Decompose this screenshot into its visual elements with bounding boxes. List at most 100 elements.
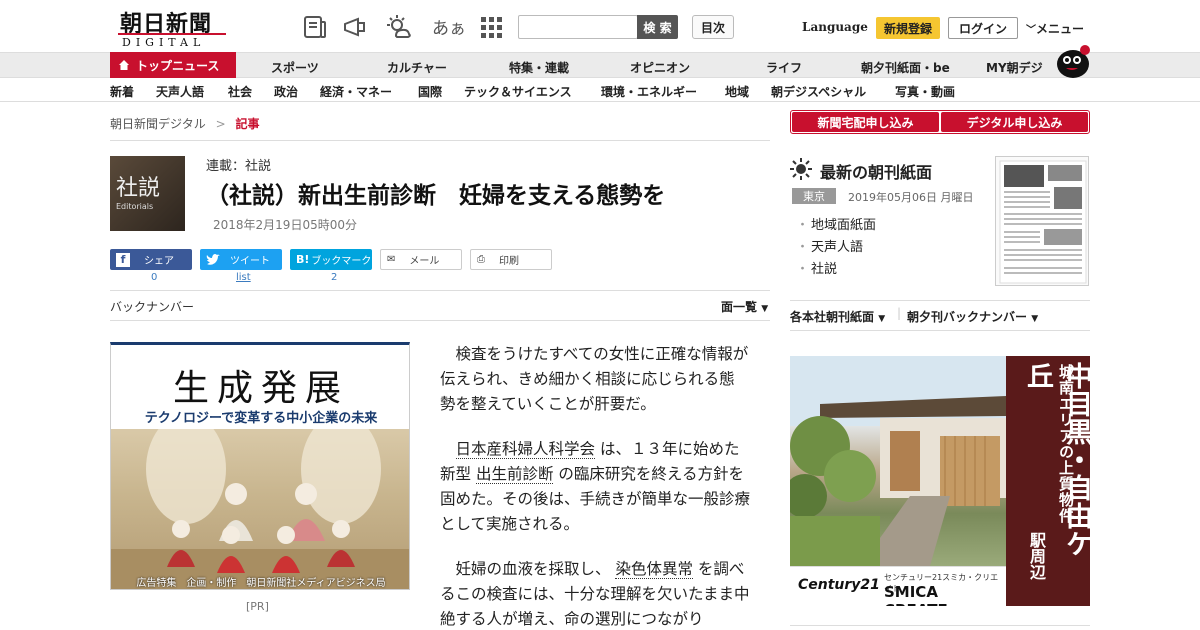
nav-item[interactable]: カルチャー [387, 59, 447, 76]
article-title: （社説）新出生前診断 妊婦を支える態勢を [206, 183, 666, 209]
language-link[interactable]: Language [802, 20, 868, 34]
mail-button[interactable]: ✉ メール [380, 249, 462, 270]
term-link[interactable]: 出生前診断 [475, 465, 554, 484]
facebook-icon: f [116, 252, 130, 267]
caret-down-icon: ▼ [1031, 314, 1039, 324]
facebook-share-button[interactable]: f シェア [110, 249, 192, 270]
nav-item[interactable]: 特集・連載 [509, 59, 569, 76]
top-news-label: トップニュース [136, 58, 220, 73]
term-link[interactable]: 染色体異常 [615, 560, 693, 579]
twitter-label: ツイート [230, 256, 270, 267]
chevron-down-icon: ﹀ [1026, 25, 1036, 36]
twitter-share-button[interactable]: ツイート [200, 249, 282, 270]
paragraph-text: 検査をうけたすべての女性に正確な情報が伝えられ、きめ細かく相談に応じられる態勢を… [440, 345, 749, 413]
nav-item[interactable]: オピニオン [630, 59, 690, 76]
advertisement[interactable]: 生成発展 テクノロジーで変革する中小企業の未来 広告特集 企画・制作 朝日新聞社… [110, 342, 410, 590]
article-date: 2018年2月19日05時00分 [213, 218, 357, 232]
nav-item[interactable]: 経済・マネー [320, 83, 392, 100]
editorial-badge: 社説 Editorials [110, 156, 185, 231]
print-icon: ⎙ [477, 254, 485, 265]
ad-brand-bar: Century21 センチュリー21スミカ・クリエイト SMICA CREATE [790, 566, 1006, 606]
latest-paper-title[interactable]: 最新の朝刊紙面 [820, 159, 932, 183]
print-button[interactable]: ⎙ 印刷 [470, 249, 552, 270]
mail-icon: ✉ [387, 254, 396, 265]
nav-item[interactable]: 環境・エネルギー [601, 83, 697, 100]
badge-english: Editorials [116, 202, 154, 211]
ad-vertical-end: 駅周辺 [1027, 532, 1046, 580]
register-button[interactable]: 新規登録 [876, 17, 940, 39]
pr-label: [PR] [246, 600, 269, 613]
paragraph-text: 妊婦の血液を採取し、 [455, 560, 611, 578]
nav-top-news[interactable]: トップニュース [110, 52, 236, 78]
nav-item[interactable]: 新着 [110, 83, 134, 100]
breadcrumb-home[interactable]: 朝日新聞デジタル [110, 117, 206, 131]
delivery-subscribe-button[interactable]: 新聞宅配申し込み [792, 112, 939, 132]
mail-label: メール [409, 256, 440, 267]
term-link[interactable]: 日本産科婦人科学会 [455, 440, 596, 459]
breadcrumb-current: 記事 [235, 117, 260, 131]
search-button[interactable]: 検 索 [637, 15, 678, 39]
nav-item[interactable]: 国際 [418, 83, 442, 100]
print-label: 印刷 [499, 256, 519, 267]
search-input[interactable] [518, 15, 638, 39]
home-icon [119, 60, 129, 70]
separator: | [897, 306, 902, 320]
hatena-bookmark-button[interactable]: B! ブックマーク [290, 249, 372, 270]
nav-item[interactable]: 政治 [274, 83, 298, 100]
article-paragraph: 日本産科婦人科学会 は、１３年に始めた新型 出生前診断 の臨床研究を終える方針を… [440, 437, 750, 537]
nav-item[interactable]: 社会 [228, 83, 252, 100]
divider [110, 290, 770, 291]
sidebar-link[interactable]: 天声人語 [796, 236, 863, 255]
nav-item[interactable]: 地域 [725, 83, 749, 100]
logo-sub: DIGITAL [122, 36, 206, 49]
mascot-icon[interactable] [1054, 42, 1092, 78]
breadcrumb-separator: > [215, 117, 226, 131]
twitter-count[interactable]: list [236, 272, 251, 283]
nav-item[interactable]: 天声人語 [156, 83, 204, 100]
ad-vertical-banner: 城南エリアの上質物件 中目黒・自由ケ丘 駅周辺 [1006, 356, 1090, 606]
hatena-count: 2 [331, 272, 338, 283]
megaphone-icon[interactable] [342, 14, 368, 40]
sidebar-link[interactable]: 地域面紙面 [796, 214, 876, 233]
article-paragraph: 検査をうけたすべての女性に正確な情報が伝えられ、きめ細かく相談に応じられる態勢を… [440, 342, 750, 417]
divider [790, 300, 1090, 301]
login-button[interactable]: ログイン [948, 17, 1018, 39]
real-estate-ad[interactable]: 城南エリアの上質物件 中目黒・自由ケ丘 駅周辺 Century21 センチュリー… [790, 356, 1090, 606]
divider [790, 625, 1090, 626]
nav-item[interactable]: 朝夕刊紙面・be [861, 59, 950, 76]
regional-papers-dropdown[interactable]: 各本社朝刊紙面 ▼ [790, 308, 885, 325]
logo-rule [118, 33, 226, 35]
menu-button[interactable]: ﹀メニュー [1026, 20, 1084, 37]
paper-date: 2019年05月06日 月曜日 [848, 191, 974, 204]
badge-kanji: 社説 [116, 176, 161, 201]
twitter-icon [206, 253, 220, 265]
subscription-buttons: 新聞宅配申し込み デジタル申し込み [790, 110, 1090, 134]
ad-headline: 生成発展 [172, 368, 349, 409]
page-list-dropdown[interactable]: 面一覧 ▼ [721, 298, 768, 315]
contents-button[interactable]: 目次 [692, 15, 734, 39]
regional-papers-label: 各本社朝刊紙面 [790, 310, 875, 324]
menu-label: メニュー [1036, 22, 1085, 36]
news-icon[interactable] [302, 14, 328, 40]
back-numbers-dropdown[interactable]: 朝夕刊バックナンバー ▼ [907, 308, 1038, 325]
nav-item[interactable]: 写真・動画 [895, 83, 955, 100]
back-number-label: バックナンバー [110, 300, 195, 314]
weather-icon[interactable] [386, 14, 412, 40]
nav-item[interactable]: ライフ [766, 59, 802, 76]
nav-item[interactable]: 朝デジスペシャル [771, 83, 866, 100]
grid-icon[interactable] [478, 14, 504, 40]
series-label[interactable]: 連載：社説 [206, 155, 271, 174]
asahi-logo[interactable]: 朝日新聞 DIGITAL [112, 6, 230, 49]
sidebar-link[interactable]: 社説 [796, 258, 837, 277]
nav-item[interactable]: テック＆サイエンス [464, 83, 572, 100]
sun-icon [790, 158, 812, 180]
divider [790, 330, 1090, 331]
newspaper-image [999, 160, 1087, 284]
newspaper-thumbnail[interactable] [995, 156, 1089, 286]
nav-item[interactable]: MY朝デジ [986, 59, 1043, 76]
ad-house-photo [790, 356, 1006, 566]
digital-subscribe-button[interactable]: デジタル申し込み [941, 112, 1088, 132]
ad-caption: 広告特集 企画・制作 朝日新聞社メディアビジネス局 [136, 578, 386, 589]
font-size-icon[interactable]: あぁ [432, 14, 466, 39]
nav-item[interactable]: スポーツ [271, 59, 319, 76]
